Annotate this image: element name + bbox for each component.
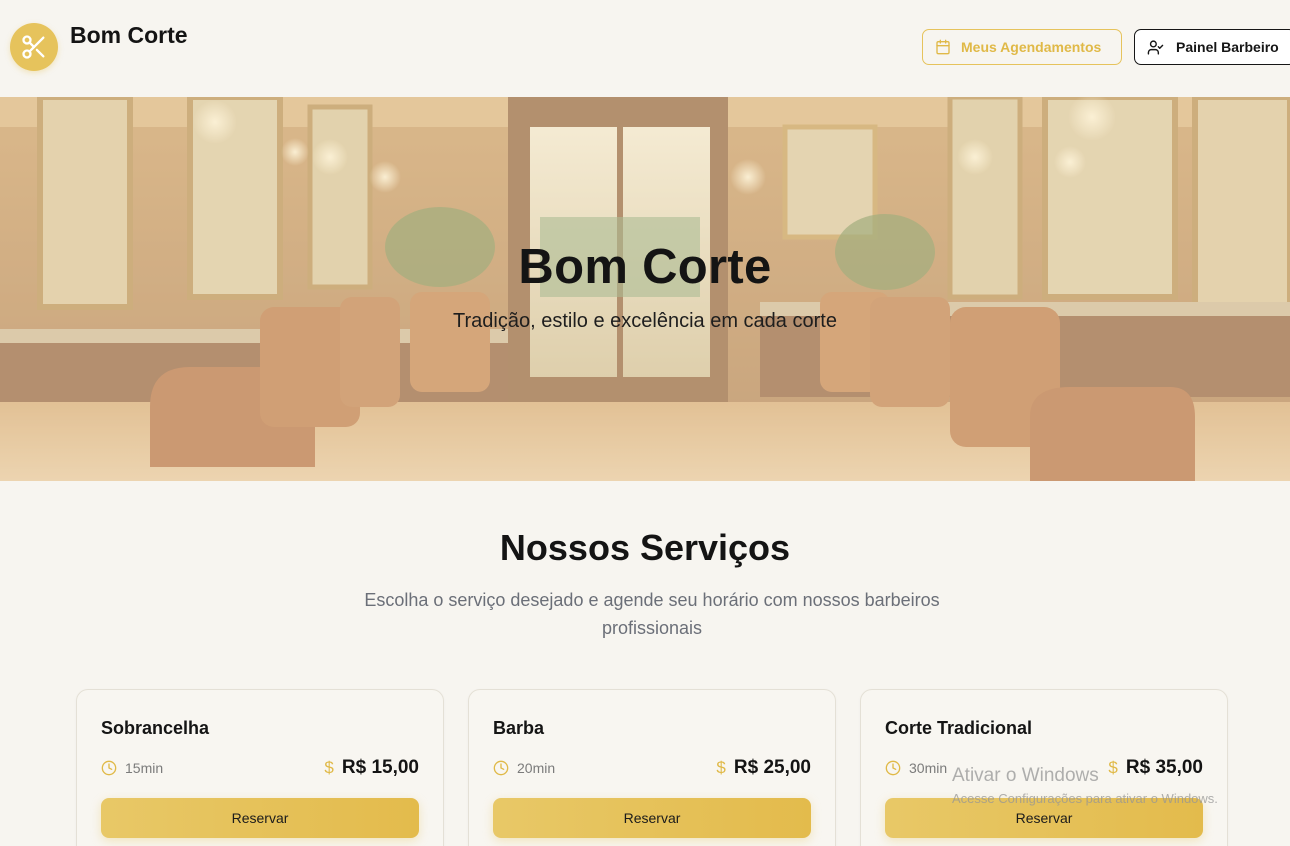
clock-icon: [885, 760, 901, 776]
calendar-icon: [936, 39, 950, 55]
hero-banner: Bom Corte Tradição, estilo e excelência …: [0, 97, 1290, 481]
services-subtitle: Escolha o serviço desejado e agende seu …: [364, 590, 940, 638]
price-text: R$ 25,00: [733, 757, 811, 778]
service-price: $ R$ 35,00: [1108, 757, 1203, 779]
scissors-icon: [22, 35, 45, 59]
user-check-icon: [1147, 39, 1164, 55]
service-card: Sobrancelha 15min $ R$ 15,00 Reservar: [76, 689, 444, 846]
reserve-button[interactable]: Reservar: [885, 798, 1203, 838]
my-bookings-button[interactable]: Meus Agendamentos: [922, 29, 1122, 65]
reserve-button[interactable]: Reservar: [101, 798, 419, 838]
my-bookings-label: Meus Agendamentos: [961, 39, 1102, 55]
barber-panel-label: Painel Barbeiro: [1176, 39, 1279, 55]
service-card: Corte Tradicional 30min $ R$ 35,00 Reser…: [860, 689, 1228, 846]
service-name: Barba: [493, 718, 545, 738]
clock-icon: [493, 760, 509, 776]
reserve-button[interactable]: Reservar: [493, 798, 811, 838]
logo[interactable]: [10, 23, 58, 71]
brand-name[interactable]: Bom Corte: [70, 22, 188, 49]
dollar-icon: $: [1108, 758, 1118, 777]
dollar-icon: $: [324, 758, 334, 777]
service-duration: 15min: [101, 760, 163, 776]
header: Bom Corte Meus Agendamentos Painel Barbe…: [0, 0, 1290, 97]
hero-title: Bom Corte: [518, 240, 772, 294]
service-price: $ R$ 25,00: [716, 757, 811, 779]
service-duration: 20min: [493, 760, 555, 776]
hero-subtitle: Tradição, estilo e excelência em cada co…: [453, 310, 837, 332]
service-name: Sobrancelha: [101, 718, 210, 738]
dollar-icon: $: [716, 758, 726, 777]
duration-text: 15min: [125, 760, 164, 776]
price-text: R$ 15,00: [341, 757, 419, 778]
service-price: $ R$ 15,00: [324, 757, 419, 779]
price-text: R$ 35,00: [1125, 757, 1203, 778]
barber-panel-button[interactable]: Painel Barbeiro: [1134, 29, 1290, 65]
duration-text: 20min: [517, 760, 556, 776]
service-card: Barba 20min $ R$ 25,00 Reservar: [468, 689, 836, 846]
duration-text: 30min: [909, 760, 948, 776]
services-title: Nossos Serviços: [499, 527, 791, 568]
clock-icon: [101, 760, 117, 776]
service-duration: 30min: [885, 760, 947, 776]
service-name: Corte Tradicional: [885, 718, 1033, 738]
